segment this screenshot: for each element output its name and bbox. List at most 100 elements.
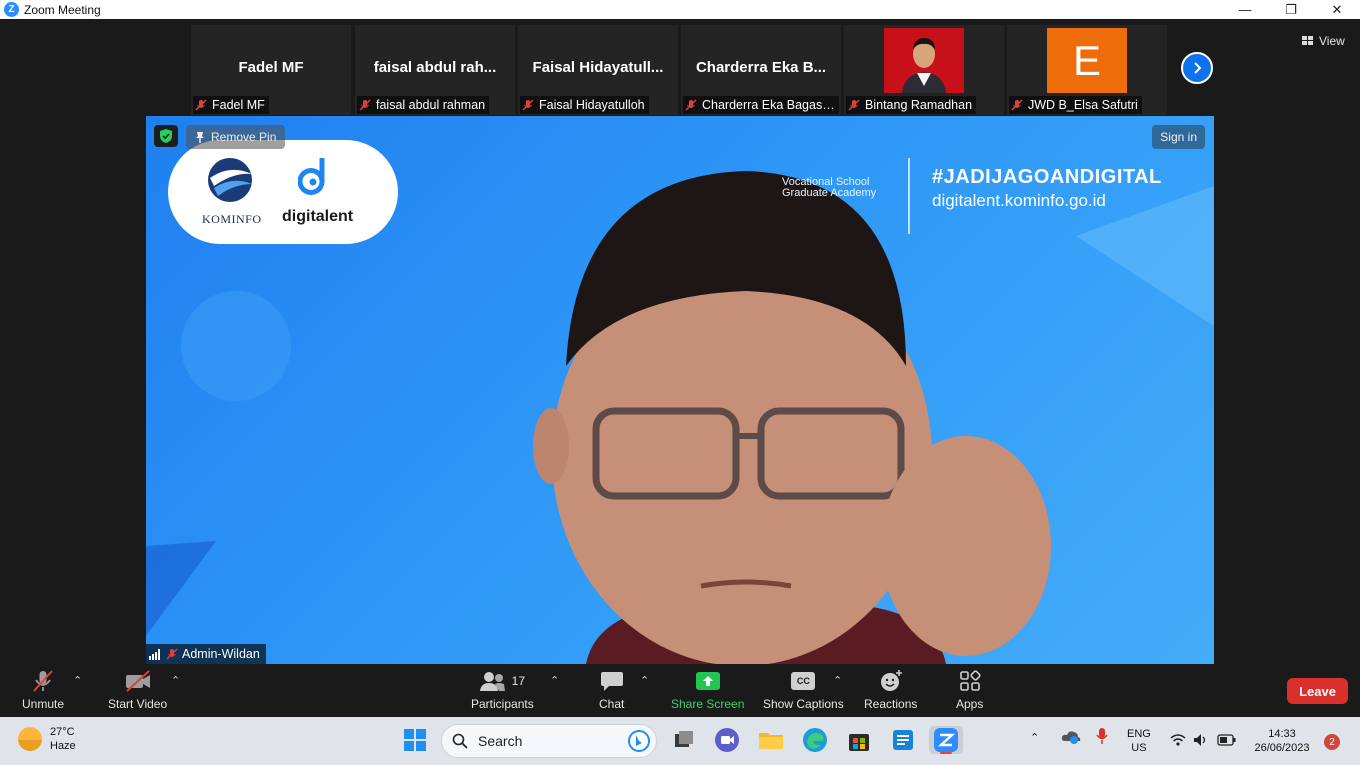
leave-button[interactable]: Leave (1287, 678, 1348, 704)
participant-tile[interactable]: Faisal Hidayatull... Faisal Hidayatulloh (518, 25, 678, 115)
muted-mic-icon (848, 99, 860, 111)
microsoft-store-icon[interactable] (845, 726, 873, 754)
muted-mic-icon (195, 99, 207, 111)
partner-logo-banner: KOMINFO digitalent (168, 140, 398, 244)
weather-widget[interactable]: 27°C Haze (18, 725, 76, 753)
apps-button[interactable]: Apps (956, 669, 983, 711)
participant-strip: Fadel MF Fadel MF faisal abdul rah... fa… (0, 19, 1360, 116)
clock-time: 14:33 (1268, 728, 1296, 740)
taskbar-clock[interactable]: 14:33 26/06/2023 (1247, 727, 1317, 755)
participant-tile[interactable]: E JWD B_Elsa Safutri (1007, 25, 1167, 115)
chat-caret[interactable]: ⌃ (640, 674, 649, 687)
participant-name-label: faisal abdul rahman (357, 96, 490, 114)
battery-icon[interactable] (1217, 733, 1237, 750)
video-options-caret[interactable]: ⌃ (171, 674, 180, 687)
pin-icon (196, 132, 204, 143)
muted-mic-icon (685, 99, 697, 111)
apps-icon (959, 670, 981, 691)
reactions-icon (880, 670, 902, 691)
meet-app-icon[interactable] (713, 726, 741, 754)
participant-display-name: Charderra Eka B... (695, 59, 827, 76)
participant-name-label: Fadel MF (193, 96, 269, 114)
start-button[interactable] (401, 726, 429, 754)
clock-date: 26/06/2023 (1254, 742, 1310, 754)
title-bar: Z Zoom Meeting — ❐ ✕ (0, 0, 1360, 19)
weather-condition: Haze (50, 740, 76, 752)
participant-name-label: Faisal Hidayatulloh (520, 96, 649, 114)
banner-divider (908, 158, 910, 234)
muted-mic-icon (1011, 99, 1023, 111)
search-placeholder: Search (478, 733, 523, 749)
zoom-taskbar-icon[interactable] (929, 726, 963, 754)
view-button[interactable]: View (1296, 31, 1351, 51)
muted-mic-icon (33, 670, 53, 692)
chevron-right-icon (1194, 62, 1202, 74)
participants-icon (479, 672, 505, 691)
participant-tile[interactable]: Charderra Eka B... Charderra Eka Bagas .… (681, 25, 841, 115)
banner-academy-text: Vocational School Graduate Academy (782, 176, 877, 199)
kominfo-logo-icon (208, 158, 252, 202)
kominfo-logo-text: KOMINFO (202, 212, 262, 226)
participant-tile[interactable]: faisal abdul rah... faisal abdul rahman (355, 25, 515, 115)
participant-display-name: faisal abdul rah... (373, 59, 497, 76)
bing-icon (628, 730, 650, 752)
encryption-shield-icon[interactable] (154, 125, 178, 147)
sign-in-button[interactable]: Sign in (1152, 125, 1205, 149)
video-off-icon (125, 670, 150, 692)
participant-tile[interactable]: Fadel MF Fadel MF (191, 25, 351, 115)
microphone-in-use-icon[interactable] (1095, 727, 1109, 748)
grid-view-icon (1302, 36, 1313, 45)
meeting-toolbar: Unmute ⌃ Start Video ⌃ 17 Participants ⌃… (0, 664, 1360, 717)
wifi-icon[interactable] (1170, 733, 1186, 750)
maximize-button[interactable]: ❐ (1268, 0, 1314, 19)
show-hidden-icons-chevron[interactable]: ⌃ (1030, 731, 1039, 744)
onedrive-icon[interactable] (1061, 727, 1081, 748)
edge-browser-icon[interactable] (801, 726, 829, 754)
news-app-icon[interactable] (889, 726, 917, 754)
participant-name-label: Bintang Ramadhan (846, 96, 977, 114)
start-video-button[interactable]: Start Video (108, 669, 167, 711)
participants-caret[interactable]: ⌃ (550, 674, 559, 687)
next-page-button[interactable] (1181, 52, 1213, 84)
captions-icon: CC (791, 672, 816, 690)
temperature: 27°C (50, 726, 75, 738)
search-icon (452, 733, 468, 749)
share-screen-button[interactable]: Share Screen (671, 669, 744, 711)
input-language[interactable]: ENG US (1127, 727, 1151, 755)
captions-caret[interactable]: ⌃ (833, 674, 842, 687)
participant-tile[interactable]: Bintang Ramadhan (844, 25, 1004, 115)
muted-mic-icon (522, 99, 534, 111)
share-screen-icon (695, 672, 720, 690)
active-speaker-video: KOMINFO digitalent Vocational School Gra… (146, 116, 1214, 664)
notification-badge[interactable]: 2 (1324, 734, 1340, 750)
participants-button[interactable]: 17 Participants (471, 669, 534, 711)
participant-display-name: Faisal Hidayatull... (532, 59, 664, 76)
taskbar-search-box[interactable]: Search (441, 724, 657, 758)
close-button[interactable]: ✕ (1314, 0, 1360, 19)
unmute-button[interactable]: Unmute (22, 669, 64, 711)
muted-mic-icon (359, 99, 371, 111)
volume-icon[interactable] (1193, 733, 1209, 750)
audio-options-caret[interactable]: ⌃ (73, 674, 82, 687)
participant-display-name: Fadel MF (238, 59, 304, 76)
windows-taskbar: 27°C Haze Search ⌃ ENG US 14:33 26/06/20… (0, 717, 1360, 765)
chat-icon (600, 672, 623, 691)
remove-pin-button[interactable]: Remove Pin (186, 125, 286, 149)
participant-name-label: Charderra Eka Bagas ... (683, 96, 839, 114)
remove-pin-label: Remove Pin (211, 130, 277, 144)
chat-button[interactable]: Chat (599, 669, 624, 711)
muted-mic-icon (166, 648, 178, 660)
participant-photo (884, 28, 964, 93)
digitalent-logo-icon (298, 158, 325, 195)
participant-name-label: JWD B_Elsa Safutri (1009, 96, 1142, 114)
task-view-icon[interactable] (670, 726, 698, 754)
zoom-window: Z Zoom Meeting — ❐ ✕ Fadel MF Fadel MF f… (0, 0, 1360, 765)
speaker-name-label: Admin-Wildan (146, 644, 266, 664)
show-captions-button[interactable]: CC Show Captions (763, 669, 844, 711)
file-explorer-icon[interactable] (757, 726, 785, 754)
zoom-logo-icon: Z (4, 2, 19, 17)
reactions-button[interactable]: Reactions (864, 669, 917, 711)
banner-hashtag: #JADIJAGOANDIGITAL (932, 166, 1162, 188)
window-title: Zoom Meeting (24, 2, 101, 17)
minimize-button[interactable]: — (1222, 0, 1268, 19)
